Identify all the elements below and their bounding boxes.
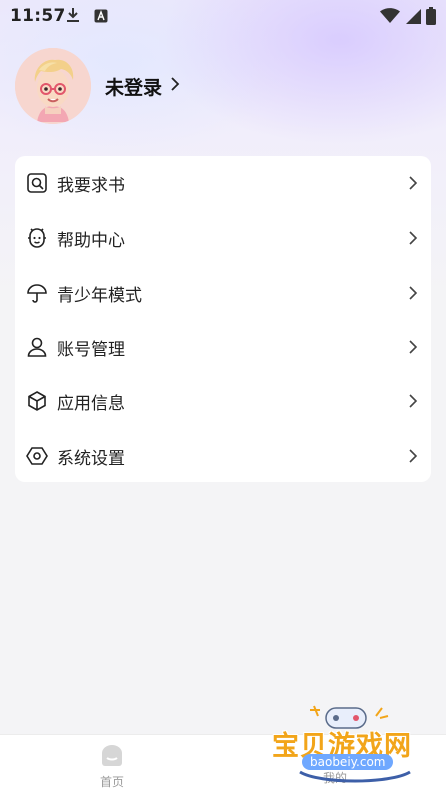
menu-item-label: 应用信息 xyxy=(57,393,125,414)
cube-icon xyxy=(26,390,48,412)
menu-item-youth-mode[interactable]: 青少年模式 xyxy=(15,266,431,320)
menu-item-label: 帮助中心 xyxy=(57,230,125,251)
battery-icon xyxy=(426,7,436,29)
chevron-right-icon xyxy=(407,393,419,409)
tab-home-label: 首页 xyxy=(99,775,124,789)
a-box-icon xyxy=(94,8,108,27)
avatar[interactable] xyxy=(15,48,91,124)
watermark-url: baobeiy.com xyxy=(302,754,394,770)
tab-home[interactable]: 首页 xyxy=(91,743,133,790)
chevron-right-icon xyxy=(407,448,419,464)
status-time: 11:57 xyxy=(10,6,66,26)
login-status-label[interactable]: 未登录 xyxy=(105,73,162,100)
home-icon xyxy=(99,745,125,771)
menu-item-book-request[interactable]: 我要求书 xyxy=(15,156,431,210)
signal-icon xyxy=(405,8,421,28)
book-search-icon xyxy=(26,172,48,194)
menu-item-label: 我要求书 xyxy=(57,175,125,196)
user-icon xyxy=(26,336,48,358)
menu-item-app-info[interactable]: 应用信息 xyxy=(15,374,431,428)
profile-header[interactable]: 未登录 xyxy=(15,48,180,124)
menu-item-label: 青少年模式 xyxy=(57,285,142,306)
umbrella-icon xyxy=(26,282,48,304)
chevron-right-icon xyxy=(407,230,419,246)
status-right-icons xyxy=(380,7,436,29)
menu-card: 我要求书 帮助中心 青少年模式 账号管理 应用信息 系统设置 xyxy=(15,156,431,482)
menu-item-label: 账号管理 xyxy=(57,339,125,360)
chevron-right-icon xyxy=(407,339,419,355)
settings-hex-icon xyxy=(26,445,48,467)
chevron-right-icon[interactable] xyxy=(170,76,180,96)
status-bar: 11:57 xyxy=(0,0,446,32)
download-icon xyxy=(64,6,82,28)
help-robot-icon xyxy=(26,227,48,249)
chevron-right-icon xyxy=(407,175,419,191)
menu-item-system-settings[interactable]: 系统设置 xyxy=(15,429,431,483)
menu-item-help-center[interactable]: 帮助中心 xyxy=(15,211,431,265)
watermark-logo: 宝贝游戏网 baobeiy.com xyxy=(270,702,440,788)
wifi-icon xyxy=(380,8,400,28)
chevron-right-icon xyxy=(407,285,419,301)
menu-item-account[interactable]: 账号管理 xyxy=(15,320,431,374)
menu-item-label: 系统设置 xyxy=(57,448,125,469)
